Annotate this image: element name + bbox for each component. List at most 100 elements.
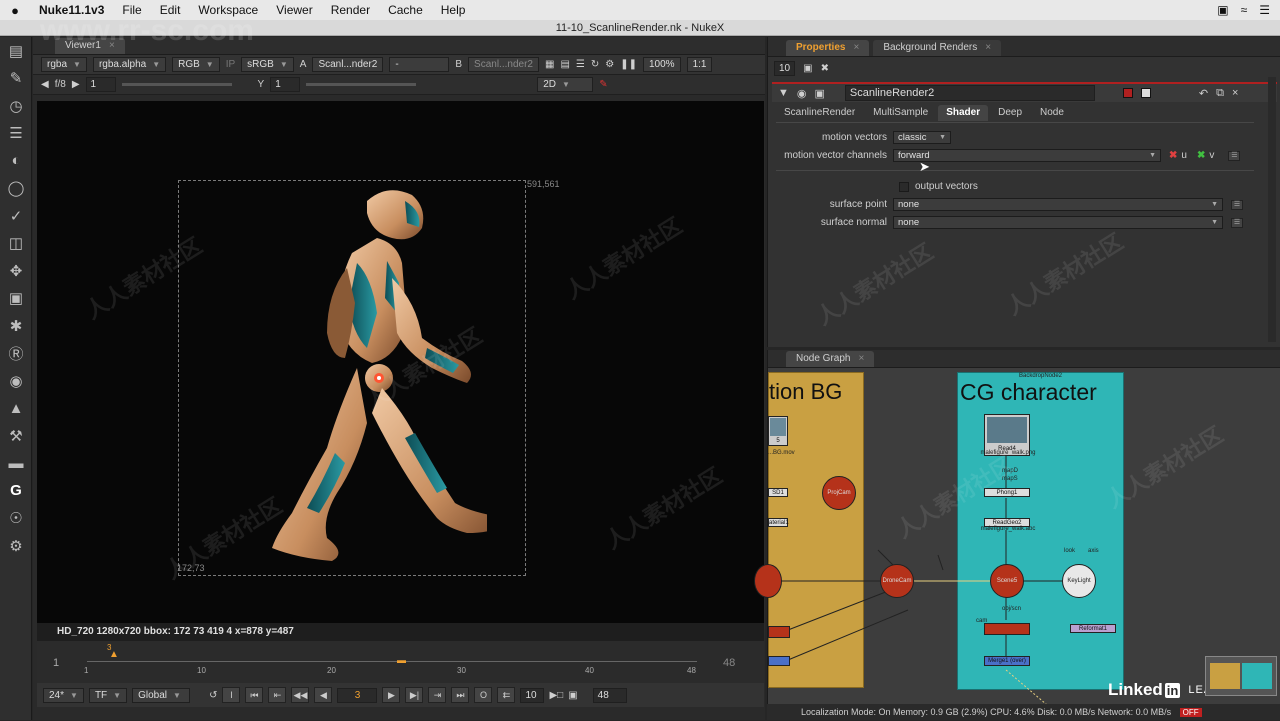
motion-vectors-select[interactable]: classic ▼ (893, 131, 951, 144)
global-select[interactable]: Global ▼ (132, 687, 191, 703)
gamma-slider[interactable] (306, 83, 417, 86)
end-frame-field[interactable]: 48 (592, 687, 627, 703)
tab-node[interactable]: Node (1032, 105, 1072, 121)
tab-multisample[interactable]: MultiSample (865, 105, 936, 121)
first-frame-icon[interactable]: ⏮ (245, 687, 264, 703)
prev-key-icon[interactable]: ⇤ (268, 687, 287, 703)
channels-select[interactable]: rgba ▼ (41, 57, 87, 72)
time-tool-icon[interactable]: ◷ (0, 92, 32, 120)
color-tool-icon[interactable]: ◐ (0, 147, 32, 175)
node-graph-panel[interactable]: Node Graph × tion BG BackdropNode2 CG cha… (754, 350, 1280, 720)
output-vectors-checkbox[interactable] (899, 181, 909, 192)
lock-icon[interactable]: ▣ (803, 63, 812, 74)
channel-tool-icon[interactable]: ☰ (0, 120, 32, 148)
loop-icon[interactable]: ↺ (209, 690, 217, 701)
surface-normal-menu-button[interactable]: ☰ (1231, 217, 1243, 228)
ip-button[interactable]: IP (226, 59, 235, 70)
increment-field[interactable]: 10 (520, 687, 545, 703)
paint-icon[interactable]: ✎ (599, 79, 607, 90)
merge-tool-icon[interactable]: ◫ (0, 230, 32, 258)
close-icon[interactable]: × (853, 42, 859, 53)
particle-tool-icon[interactable]: ✱ (0, 312, 32, 340)
play-forward-icon[interactable]: ▶ (382, 687, 401, 703)
prev-inc-icon[interactable]: ◀◀ (291, 687, 310, 703)
tab-shader[interactable]: Shader (938, 105, 989, 121)
last-frame-icon[interactable]: ⏭ (451, 687, 470, 703)
timeline[interactable]: 1 1 10 20 30 40 48 ▲ 3 ▬ 48 (37, 641, 764, 683)
timeline-track[interactable] (87, 661, 697, 662)
apple-icon[interactable]: ● (0, 3, 30, 18)
node-name-field[interactable]: ScanlineRender2 (844, 85, 1095, 101)
tab-background-renders[interactable]: Background Renders × (873, 40, 1002, 56)
menu-help[interactable]: Help (432, 3, 475, 17)
menu-viewer[interactable]: Viewer (267, 3, 321, 17)
gizmo-tool-icon[interactable]: G (0, 477, 32, 505)
undo-icon[interactable]: ↶ (1199, 87, 1208, 100)
view-mode-select[interactable]: 2D ▼ (537, 77, 594, 92)
wipe-icon[interactable]: ▦ (545, 59, 554, 70)
scene5-node[interactable]: Scene5 (990, 564, 1024, 598)
left-render-node[interactable] (768, 626, 790, 638)
tab-properties[interactable]: Properties × (786, 40, 870, 56)
in-point-button[interactable]: I (222, 687, 241, 703)
surface-point-menu-button[interactable]: ☰ (1231, 199, 1243, 210)
other-tool-icon[interactable]: ▬ (0, 450, 32, 478)
filter-tool-icon[interactable]: ◯ (0, 175, 32, 203)
mv-channels-select[interactable]: forward ▼ (893, 149, 1161, 162)
ofx-tool-icon[interactable]: ⚙ (0, 532, 32, 560)
ratio-select[interactable]: 1:1 (686, 57, 713, 72)
properties-scrollbar[interactable] (1268, 77, 1276, 342)
refresh-icon[interactable]: ↻ (591, 59, 599, 70)
zoom-select[interactable]: 100% (642, 57, 681, 72)
next-frame-icon[interactable]: ▶| (405, 687, 424, 703)
color-swatch-icon[interactable] (1122, 88, 1133, 98)
collapse-icon[interactable]: ▼ (778, 87, 789, 99)
fstop-arrow-icon[interactable]: ◀ (41, 79, 49, 90)
gain-slider[interactable] (121, 83, 232, 86)
lines-icon[interactable]: ☰ (576, 59, 585, 70)
current-frame-field[interactable]: 3 (337, 687, 378, 703)
draw-tool-icon[interactable]: ✎ (0, 65, 32, 93)
left-scene-node[interactable] (754, 564, 782, 598)
menu-cache[interactable]: Cache (379, 3, 432, 17)
dronecam-node[interactable]: DroneCam (880, 564, 914, 598)
timeline-end[interactable]: 48 (723, 657, 735, 669)
camera-icon[interactable]: ▣ (1217, 3, 1228, 17)
b-input-select[interactable]: Scanl...nder2 (468, 57, 539, 72)
left-merge-node[interactable] (768, 656, 790, 666)
v-toggle-icon[interactable]: ✖ (1197, 150, 1205, 161)
lock-icon[interactable]: ▣ (568, 690, 577, 701)
roi-icon[interactable]: ▤ (560, 59, 569, 70)
display-select[interactable]: RGB ▼ (172, 57, 220, 72)
surface-normal-select[interactable]: none ▼ (893, 216, 1223, 229)
close-icon[interactable]: × (985, 42, 991, 53)
metadata-tool-icon[interactable]: ▲ (0, 395, 32, 423)
float-icon[interactable]: ⧉ (1216, 87, 1224, 100)
surface-point-select[interactable]: none ▼ (893, 198, 1223, 211)
deep-tool-icon[interactable]: Ⓡ (0, 340, 32, 368)
material-node[interactable]: aterial1 (768, 518, 789, 527)
fps-select[interactable]: 24* ▼ (43, 687, 84, 703)
close-icon[interactable]: × (1232, 87, 1238, 99)
tab-scanlinerender[interactable]: ScanlineRender (776, 105, 863, 121)
status-off-badge[interactable]: OFF (1179, 708, 1202, 717)
centre-icon[interactable]: ▣ (815, 87, 825, 100)
transform-tool-icon[interactable]: ✥ (0, 257, 32, 285)
gain-field[interactable]: 1 (85, 77, 116, 92)
image-tool-icon[interactable]: ▤ (0, 37, 32, 65)
alpha-select[interactable]: rgba.alpha ▼ (92, 57, 167, 72)
globe-tool-icon[interactable]: ☉ (0, 505, 32, 533)
fstop-arrow-right-icon[interactable]: ▶ (72, 79, 80, 90)
max-panels-field[interactable]: 10 (774, 61, 796, 76)
gl-color-icon[interactable] (1140, 88, 1151, 98)
play-back-icon[interactable]: ◀ (314, 687, 333, 703)
sd1-node[interactable]: SD1 (768, 488, 788, 497)
close-all-icon[interactable]: ✖ (821, 63, 829, 74)
left-read-node[interactable]: 5 (768, 416, 788, 446)
composite-select[interactable]: - (389, 57, 450, 72)
pause-icon[interactable]: ❚❚ (620, 59, 637, 70)
merge1-node[interactable]: Merge1 (over) (984, 656, 1030, 666)
wifi-icon[interactable]: ≈ (1241, 3, 1248, 17)
list-icon[interactable]: ☰ (1259, 3, 1270, 17)
out-point-button[interactable]: O (474, 687, 493, 703)
